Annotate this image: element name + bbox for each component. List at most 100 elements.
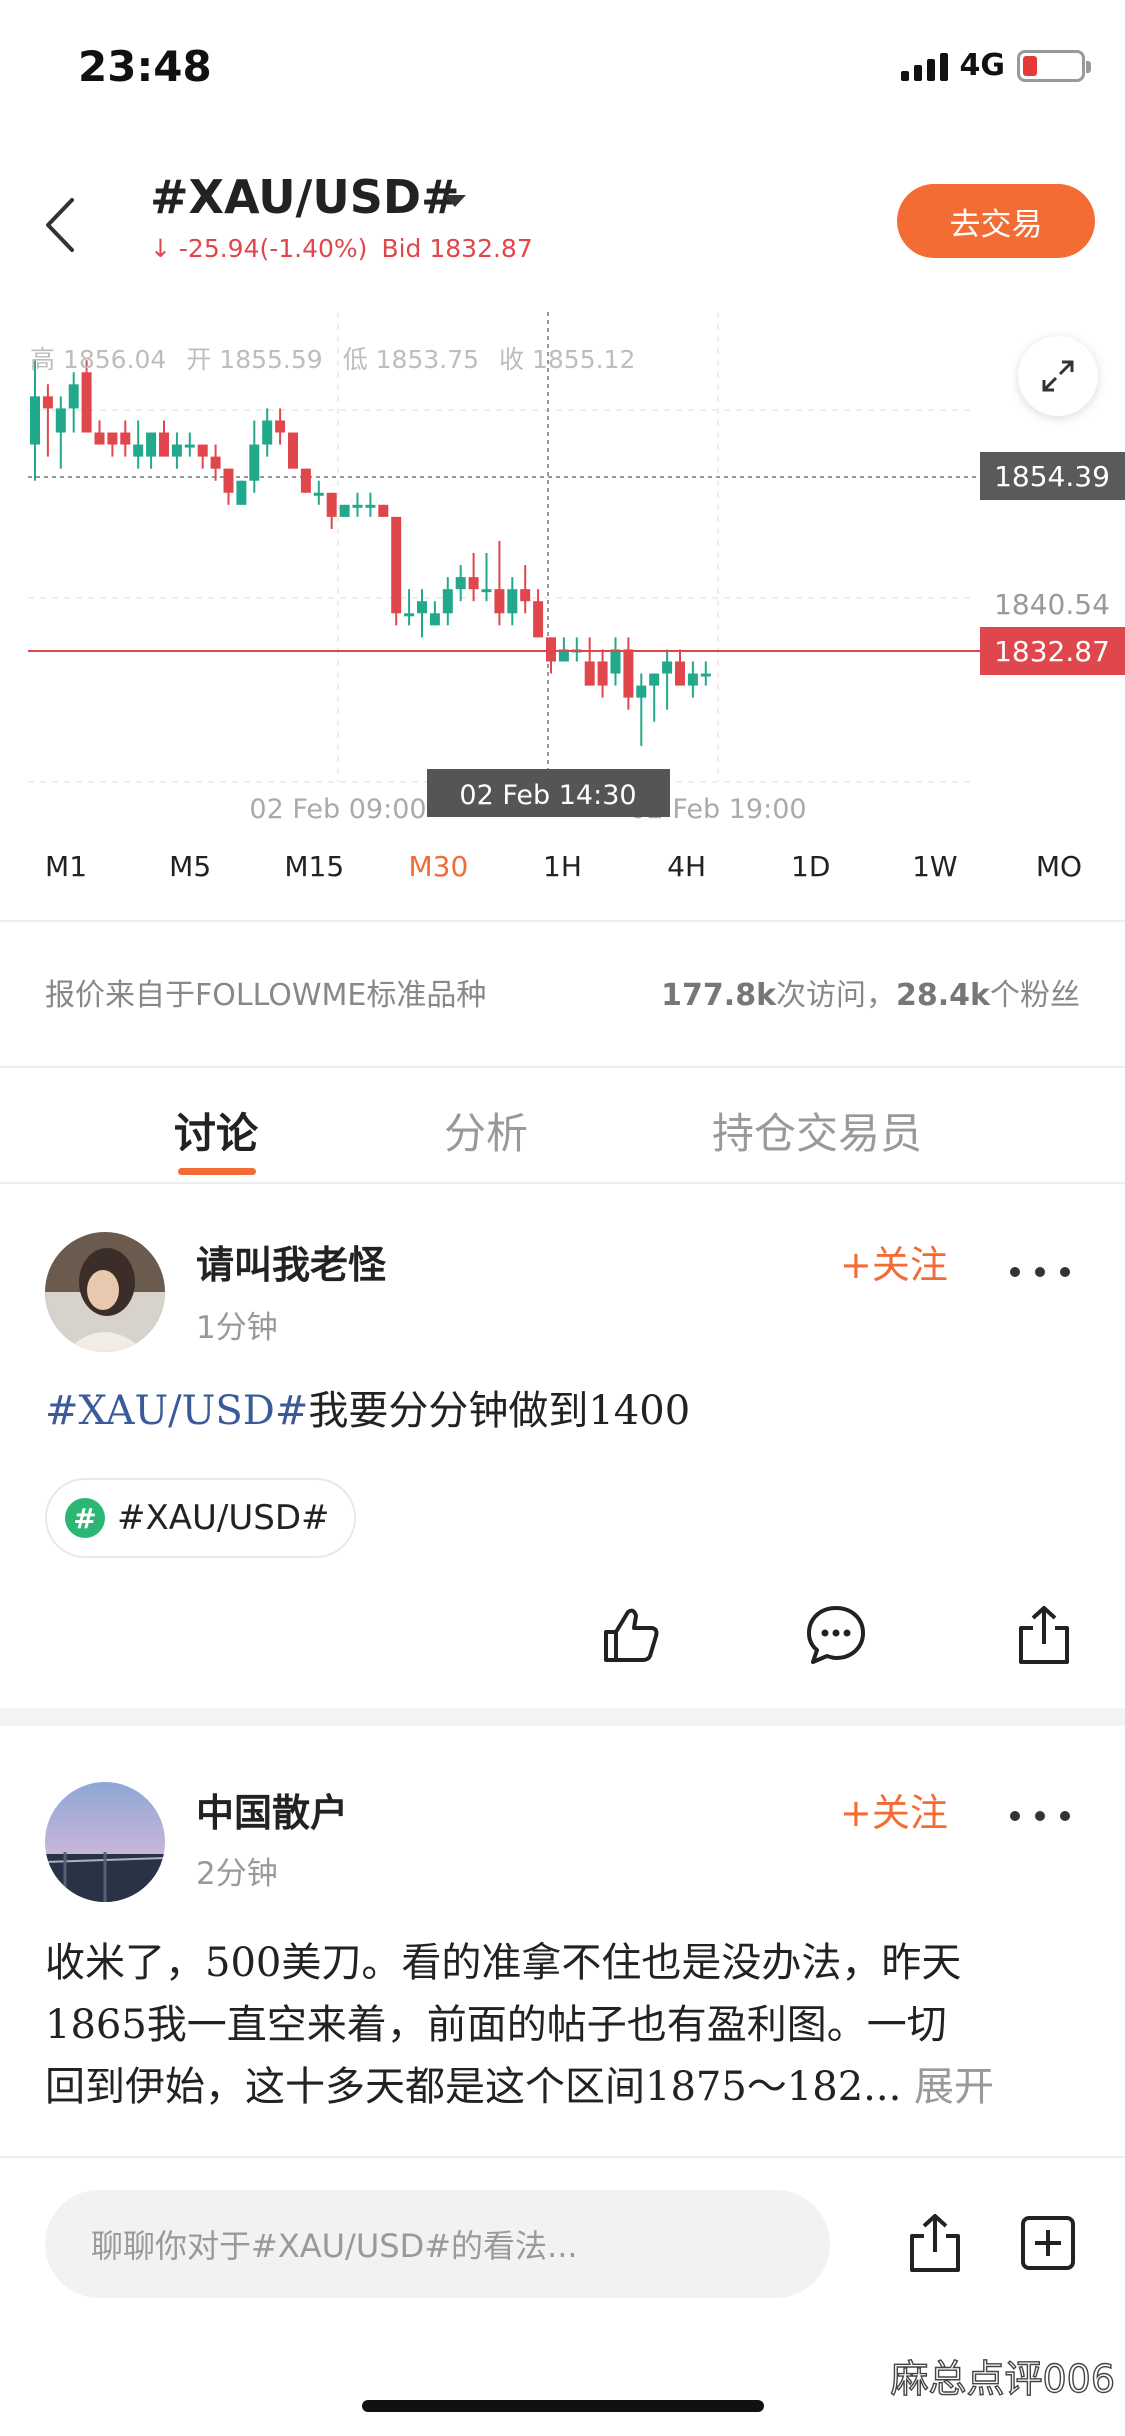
home-indicator[interactable] bbox=[362, 2400, 764, 2412]
expand-link[interactable]: 展开 bbox=[914, 2064, 994, 2110]
divider bbox=[0, 1066, 1125, 1068]
tab-traders[interactable]: 持仓交易员 bbox=[712, 1100, 922, 1161]
visits-label: 次访问， bbox=[776, 978, 897, 1013]
candle-body bbox=[417, 601, 427, 614]
candle-body bbox=[391, 516, 402, 614]
post-content: #XAU/USD#我要分分钟做到1400 bbox=[45, 1380, 1085, 1442]
post-card: 中国散户 2分钟 +关注 收米了，500美刀。看的准拿不住也是没办法，昨天 18… bbox=[0, 1726, 1125, 2158]
signal-icon bbox=[900, 51, 948, 81]
expand-icon bbox=[1042, 360, 1074, 392]
follow-button[interactable]: +关注 bbox=[840, 1234, 948, 1289]
price-chart[interactable]: 1854.39 1840.54 1832.87 02 Feb 09:00 02 Feb … bbox=[0, 312, 1125, 832]
hashtag-link[interactable]: #XAU/USD# bbox=[45, 1388, 308, 1434]
like-icon[interactable] bbox=[598, 1602, 664, 1668]
bid-price: Bid 1832.87 bbox=[381, 234, 533, 263]
trade-button[interactable]: 去交易 bbox=[897, 184, 1095, 258]
battery-icon bbox=[1017, 49, 1091, 82]
candle-body bbox=[223, 468, 234, 493]
candle-body bbox=[610, 649, 621, 674]
more-options-button[interactable] bbox=[1010, 1262, 1070, 1282]
status-bar: 23:48 4G bbox=[0, 0, 1125, 140]
candle-body bbox=[520, 589, 531, 602]
post-time: 1分钟 bbox=[196, 1310, 278, 1346]
candle-body bbox=[339, 504, 350, 517]
post-line: 1865我一直空来着，前面的帖子也有盈利图。一切 bbox=[45, 2002, 947, 2048]
candle-body bbox=[494, 589, 505, 614]
back-button[interactable] bbox=[38, 190, 86, 260]
candle-body bbox=[468, 577, 479, 590]
candle-body bbox=[94, 432, 105, 445]
watermark: 麻总点评006 bbox=[890, 2356, 1116, 2401]
status-time: 23:48 bbox=[78, 42, 212, 91]
candle-body bbox=[662, 661, 673, 674]
timeframe-4h[interactable]: 4H bbox=[632, 850, 742, 900]
caret-down-icon[interactable] bbox=[444, 195, 466, 207]
symbol-title[interactable]: #XAU/USD# bbox=[150, 170, 460, 224]
candle-body bbox=[133, 444, 144, 457]
candlestick-chart: 1854.39 1840.54 1832.87 02 Feb 09:00 02 Feb … bbox=[28, 312, 1125, 825]
candle-body bbox=[546, 637, 556, 662]
candle-body bbox=[81, 372, 92, 433]
candle-body bbox=[442, 589, 453, 614]
candle-body bbox=[365, 504, 376, 508]
add-post-icon[interactable] bbox=[1015, 2210, 1081, 2276]
candle-body bbox=[68, 384, 79, 409]
candle-body bbox=[326, 492, 337, 517]
share-icon[interactable] bbox=[1011, 1602, 1077, 1668]
candle-body bbox=[507, 589, 518, 614]
candle-body bbox=[378, 504, 389, 517]
divider bbox=[0, 920, 1125, 922]
post-content: 收米了，500美刀。看的准拿不住也是没办法，昨天 1865我一直空来着，前面的帖… bbox=[45, 1932, 1085, 2118]
timeframe-1d[interactable]: 1D bbox=[756, 850, 866, 900]
network-type: 4G bbox=[959, 48, 1006, 83]
tab-discussion[interactable]: 讨论 bbox=[174, 1100, 258, 1161]
ohlc-high: 高 1856.04 bbox=[30, 345, 167, 374]
timeframe-1h[interactable]: 1H bbox=[507, 850, 617, 900]
candle-body bbox=[210, 456, 221, 469]
timeframe-m5[interactable]: M5 bbox=[135, 850, 245, 900]
crosshair-time-label: 02 Feb 14:30 bbox=[459, 780, 636, 811]
candle-body bbox=[120, 432, 131, 445]
stats: 177.8k次访问，28.4k个粉丝 bbox=[661, 970, 1080, 1014]
chevron-left-icon bbox=[46, 198, 74, 252]
price-change: ↓ -25.94(-1.40%) bbox=[150, 234, 368, 263]
tab-analysis[interactable]: 分析 bbox=[444, 1100, 528, 1161]
avatar[interactable] bbox=[45, 1782, 165, 1902]
comment-icon[interactable] bbox=[803, 1602, 869, 1668]
hashtag-chip[interactable]: # #XAU/USD# bbox=[45, 1478, 356, 1558]
crosshair-price-label: 1854.39 bbox=[994, 460, 1110, 493]
ohlc-open: 开 1855.59 bbox=[186, 345, 323, 374]
timeframe-m15[interactable]: M15 bbox=[259, 850, 369, 900]
candle-body bbox=[107, 432, 118, 445]
active-tab-indicator bbox=[178, 1168, 256, 1175]
timeframe-m1[interactable]: M1 bbox=[11, 850, 121, 900]
candle-body bbox=[636, 685, 647, 698]
ohlc-readout: 高 1856.04 开 1855.59 低 1853.75 收 1855.12 bbox=[30, 340, 635, 376]
timeframe-mo[interactable]: MO bbox=[1004, 850, 1114, 900]
fullscreen-button[interactable] bbox=[1018, 336, 1098, 416]
candle-body bbox=[159, 432, 169, 457]
bottom-bar: 聊聊你对于#XAU/USD#的看法... 麻总点评006 bbox=[0, 2158, 1125, 2436]
candle-body bbox=[687, 673, 698, 686]
candle-body bbox=[146, 432, 157, 457]
comment-input[interactable]: 聊聊你对于#XAU/USD#的看法... bbox=[45, 2190, 830, 2298]
username[interactable]: 中国散户 bbox=[196, 1782, 348, 1837]
follow-button[interactable]: +关注 bbox=[840, 1782, 948, 1837]
post-line-text: 回到伊始，这十多天都是这个区间1875～182... bbox=[45, 2064, 902, 2110]
ohlc-low: 低 1853.75 bbox=[342, 345, 480, 374]
more-options-button[interactable] bbox=[1010, 1806, 1070, 1826]
post-card: 请叫我老怪 1分钟 +关注 #XAU/USD#我要分分钟做到1400 # #XA… bbox=[0, 1182, 1125, 1708]
username[interactable]: 请叫我老怪 bbox=[196, 1234, 386, 1289]
candle-body bbox=[481, 589, 492, 593]
post-line: 回到伊始，这十多天都是这个区间1875～182... 展开 bbox=[45, 2056, 1085, 2118]
candle-body bbox=[236, 480, 247, 505]
avatar[interactable] bbox=[45, 1232, 165, 1352]
post-body: 我要分分钟做到1400 bbox=[308, 1388, 691, 1434]
share-icon[interactable] bbox=[902, 2210, 968, 2276]
timeframe-1w[interactable]: 1W bbox=[880, 850, 990, 900]
post-separator bbox=[0, 1708, 1125, 1726]
candle-body bbox=[404, 613, 415, 617]
candle-body bbox=[533, 601, 544, 638]
current-price-label: 1832.87 bbox=[994, 635, 1110, 668]
timeframe-m30[interactable]: M30 bbox=[383, 850, 493, 900]
